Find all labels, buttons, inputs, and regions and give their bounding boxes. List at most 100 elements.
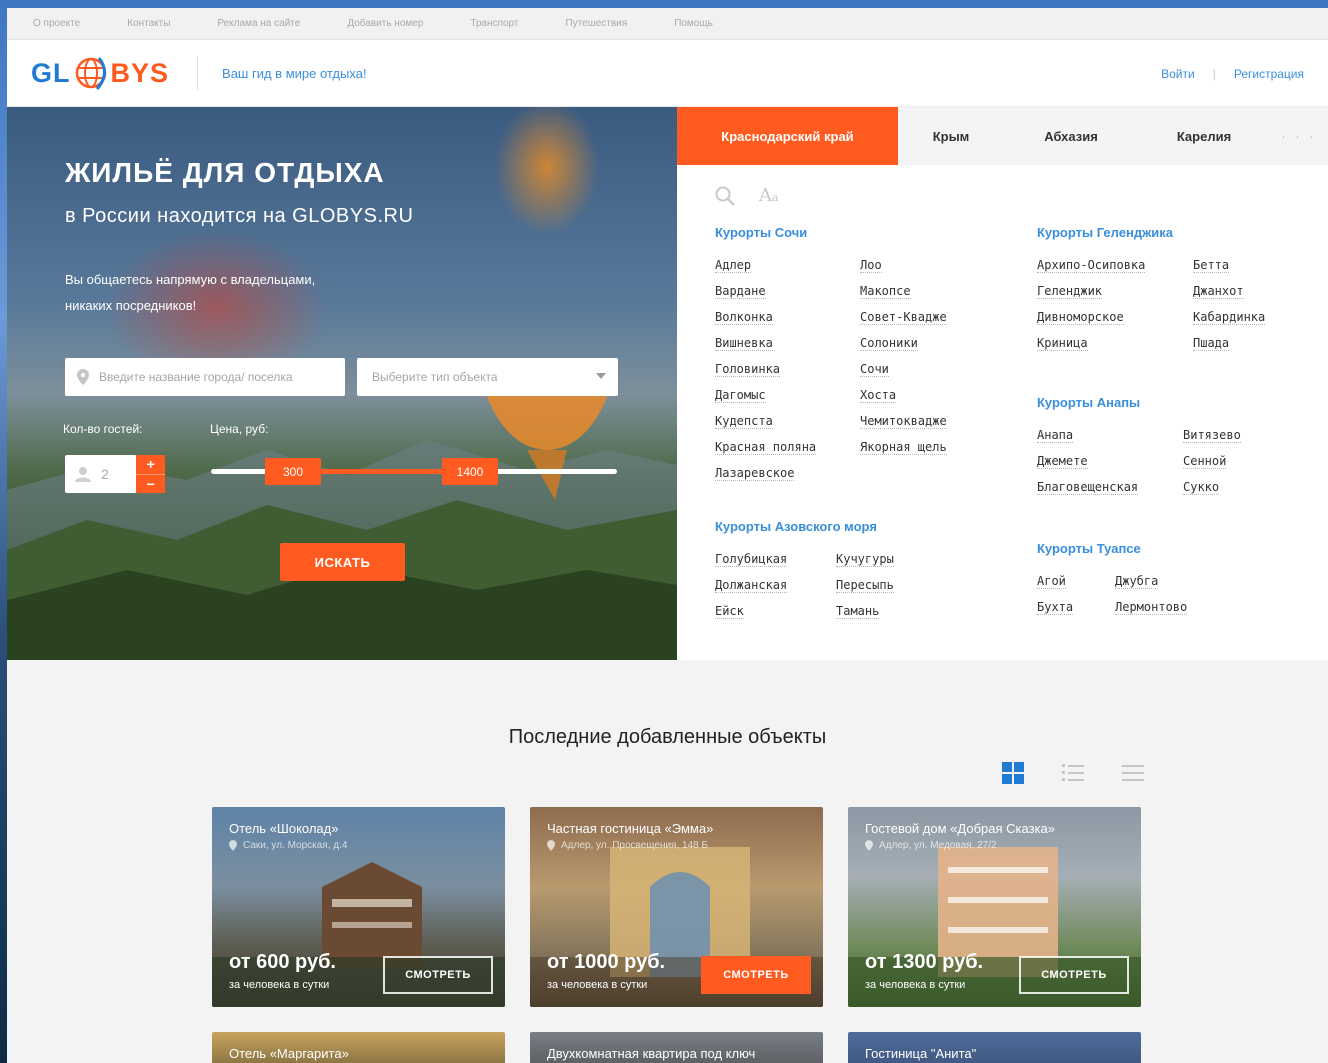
resort-link[interactable]: Благовещенская bbox=[1037, 480, 1139, 495]
resort-link[interactable]: Сукко bbox=[1183, 480, 1220, 495]
resort-link[interactable]: Лермонтово bbox=[1115, 600, 1188, 615]
resort-link[interactable]: Криница bbox=[1037, 336, 1088, 351]
resort-link[interactable]: Солоники bbox=[860, 336, 918, 351]
resort-link[interactable]: Кучугуры bbox=[836, 552, 894, 567]
resort-link[interactable]: Волконка bbox=[715, 310, 773, 325]
resort-link[interactable]: Пересыпь bbox=[836, 578, 894, 593]
resort-link[interactable]: Бетта bbox=[1193, 258, 1230, 273]
tab-karelia[interactable]: Карелия bbox=[1138, 107, 1270, 165]
object-card[interactable]: Гостевой дом «Добрая Сказка» Адлер, ул. … bbox=[848, 807, 1141, 1007]
tab-krasnodar[interactable]: Краснодарский край bbox=[677, 107, 898, 165]
region-gelendzhik-col1: Архипо-Осиповка Геленджик Дивноморское Крин… bbox=[1037, 258, 1193, 362]
guests-increment-button[interactable]: + bbox=[136, 455, 165, 475]
logo-text-right: BYS bbox=[110, 57, 170, 88]
region-tuapse-col2: Джубга Лермонтово bbox=[1115, 574, 1188, 626]
resort-link[interactable]: Анапа bbox=[1037, 428, 1074, 443]
resort-link[interactable]: Макопсе bbox=[860, 284, 911, 299]
resort-link[interactable]: Ейск bbox=[715, 604, 744, 619]
tab-more[interactable]: · · · bbox=[1270, 107, 1328, 165]
guests-value-field[interactable]: 2 bbox=[65, 455, 137, 493]
topnav-add-room[interactable]: Добавить номер bbox=[347, 18, 423, 29]
city-search-input[interactable]: Введите название города/ поселка bbox=[65, 358, 345, 396]
topnav-about[interactable]: О проекте bbox=[33, 18, 80, 29]
object-type-select[interactable]: Выберите тип объекта bbox=[357, 358, 618, 396]
resort-link[interactable]: Пшада bbox=[1193, 336, 1230, 351]
resort-link[interactable]: Лазаревское bbox=[715, 466, 795, 481]
resort-link[interactable]: Вишневка bbox=[715, 336, 773, 351]
resort-link[interactable]: Должанская bbox=[715, 578, 788, 593]
card-price-unit: за человека в сутки bbox=[229, 979, 330, 991]
location-pin-icon bbox=[229, 840, 237, 851]
region-anapa-title[interactable]: Курорты Анапы bbox=[1037, 395, 1241, 410]
price-min-handle[interactable]: 300 bbox=[265, 458, 321, 485]
resort-link[interactable]: Джанхот bbox=[1193, 284, 1244, 299]
guests-decrement-button[interactable]: − bbox=[136, 474, 165, 493]
font-size-label: A bbox=[759, 185, 772, 206]
topnav-travel[interactable]: Путешествия bbox=[565, 18, 627, 29]
resort-link[interactable]: Джемете bbox=[1037, 454, 1088, 469]
resort-link[interactable]: Джубга bbox=[1115, 574, 1159, 589]
font-size-icon[interactable]: Aa bbox=[759, 185, 779, 206]
region-tuapse-title[interactable]: Курорты Туапсе bbox=[1037, 541, 1187, 556]
login-link[interactable]: Войти bbox=[1161, 67, 1195, 81]
region-sochi-title[interactable]: Курорты Сочи bbox=[715, 225, 947, 240]
resort-link[interactable]: Тамань bbox=[836, 604, 880, 619]
price-max-handle[interactable]: 1400 bbox=[442, 458, 498, 485]
resort-link[interactable]: Агой bbox=[1037, 574, 1066, 589]
object-card[interactable]: Отель «Маргарита» bbox=[212, 1032, 505, 1063]
region-gelendzhik-title[interactable]: Курорты Геленджика bbox=[1037, 225, 1265, 240]
card-view-button[interactable]: СМОТРЕТЬ bbox=[383, 956, 493, 994]
resort-link[interactable]: Витязево bbox=[1183, 428, 1241, 443]
resort-link[interactable]: Головинка bbox=[715, 362, 781, 377]
resort-link[interactable]: Сочи bbox=[860, 362, 889, 377]
resort-link[interactable]: Вардане bbox=[715, 284, 766, 299]
guests-steps: + − bbox=[136, 455, 165, 493]
site-logo[interactable]: GL BYS bbox=[31, 55, 169, 91]
list-view-icon[interactable] bbox=[1062, 762, 1084, 789]
resort-link[interactable]: Сенной bbox=[1183, 454, 1227, 469]
resort-link[interactable]: Якорная щель bbox=[860, 440, 947, 455]
resort-link[interactable]: Дивноморское bbox=[1037, 310, 1124, 325]
resort-link[interactable]: Архипо-Осиповка bbox=[1037, 258, 1146, 273]
register-link[interactable]: Регистрация bbox=[1234, 67, 1304, 81]
topnav-ads[interactable]: Реклама на сайте bbox=[217, 18, 300, 29]
resort-link[interactable]: Хоста bbox=[860, 388, 897, 403]
resort-link[interactable]: Геленджик bbox=[1037, 284, 1103, 299]
resort-link[interactable]: Кудепста bbox=[715, 414, 773, 429]
globe-icon bbox=[73, 55, 109, 91]
card-price: от 1000 руб. bbox=[547, 951, 666, 973]
resort-link[interactable]: Дагомыс bbox=[715, 388, 766, 403]
search-icon[interactable] bbox=[715, 186, 735, 206]
card-price: от 600 руб. bbox=[229, 951, 336, 973]
card-view-button[interactable]: СМОТРЕТЬ bbox=[1019, 956, 1129, 994]
region-tabs: Краснодарский край Крым Абхазия Карелия … bbox=[677, 107, 1328, 165]
site-header: GL BYS Ваш гид в мире отдыха! Войти | Ре… bbox=[7, 40, 1328, 107]
topnav-transport[interactable]: Транспорт bbox=[470, 18, 518, 29]
city-search-placeholder: Введите название города/ поселка bbox=[99, 370, 293, 384]
tab-abkhazia[interactable]: Абхазия bbox=[1004, 107, 1138, 165]
topnav-help[interactable]: Помощь bbox=[674, 18, 713, 29]
resort-link[interactable]: Кабардинка bbox=[1193, 310, 1266, 325]
resort-link[interactable]: Бухта bbox=[1037, 600, 1074, 615]
resort-link[interactable]: Красная поляна bbox=[715, 440, 817, 455]
resort-link[interactable]: Адлер bbox=[715, 258, 752, 273]
grid-view-icon[interactable] bbox=[1002, 762, 1024, 789]
guests-stepper: 2 + − bbox=[65, 455, 165, 493]
card-title: Гостевой дом «Добрая Сказка» bbox=[865, 821, 1055, 836]
resort-link[interactable]: Лоо bbox=[860, 258, 882, 273]
region-azov-title[interactable]: Курорты Азовского моря bbox=[715, 519, 894, 534]
tab-crimea[interactable]: Крым bbox=[898, 107, 1004, 165]
object-card[interactable]: Частная гостиница «Эмма» Адлер, ул. Прос… bbox=[530, 807, 823, 1007]
compact-view-icon[interactable] bbox=[1122, 762, 1144, 789]
card-view-button[interactable]: СМОТРЕТЬ bbox=[701, 956, 811, 994]
resort-link[interactable]: Совет-Квадже bbox=[860, 310, 947, 325]
resort-link[interactable]: Голубицкая bbox=[715, 552, 788, 567]
search-button[interactable]: ИСКАТЬ bbox=[280, 543, 405, 581]
object-card[interactable]: Отель «Шоколад» Саки, ул. Морская, д.4 о… bbox=[212, 807, 505, 1007]
region-anapa-col2: Витязево Сенной Сукко bbox=[1183, 428, 1241, 506]
object-card[interactable]: Двухкомнатная квартира под ключ bbox=[530, 1032, 823, 1063]
resort-link[interactable]: Чемитоквадже bbox=[860, 414, 947, 429]
topnav-contacts[interactable]: Контакты bbox=[127, 18, 170, 29]
card-title: Гостиница "Анита" bbox=[865, 1046, 977, 1061]
object-card[interactable]: Гостиница "Анита" bbox=[848, 1032, 1141, 1063]
